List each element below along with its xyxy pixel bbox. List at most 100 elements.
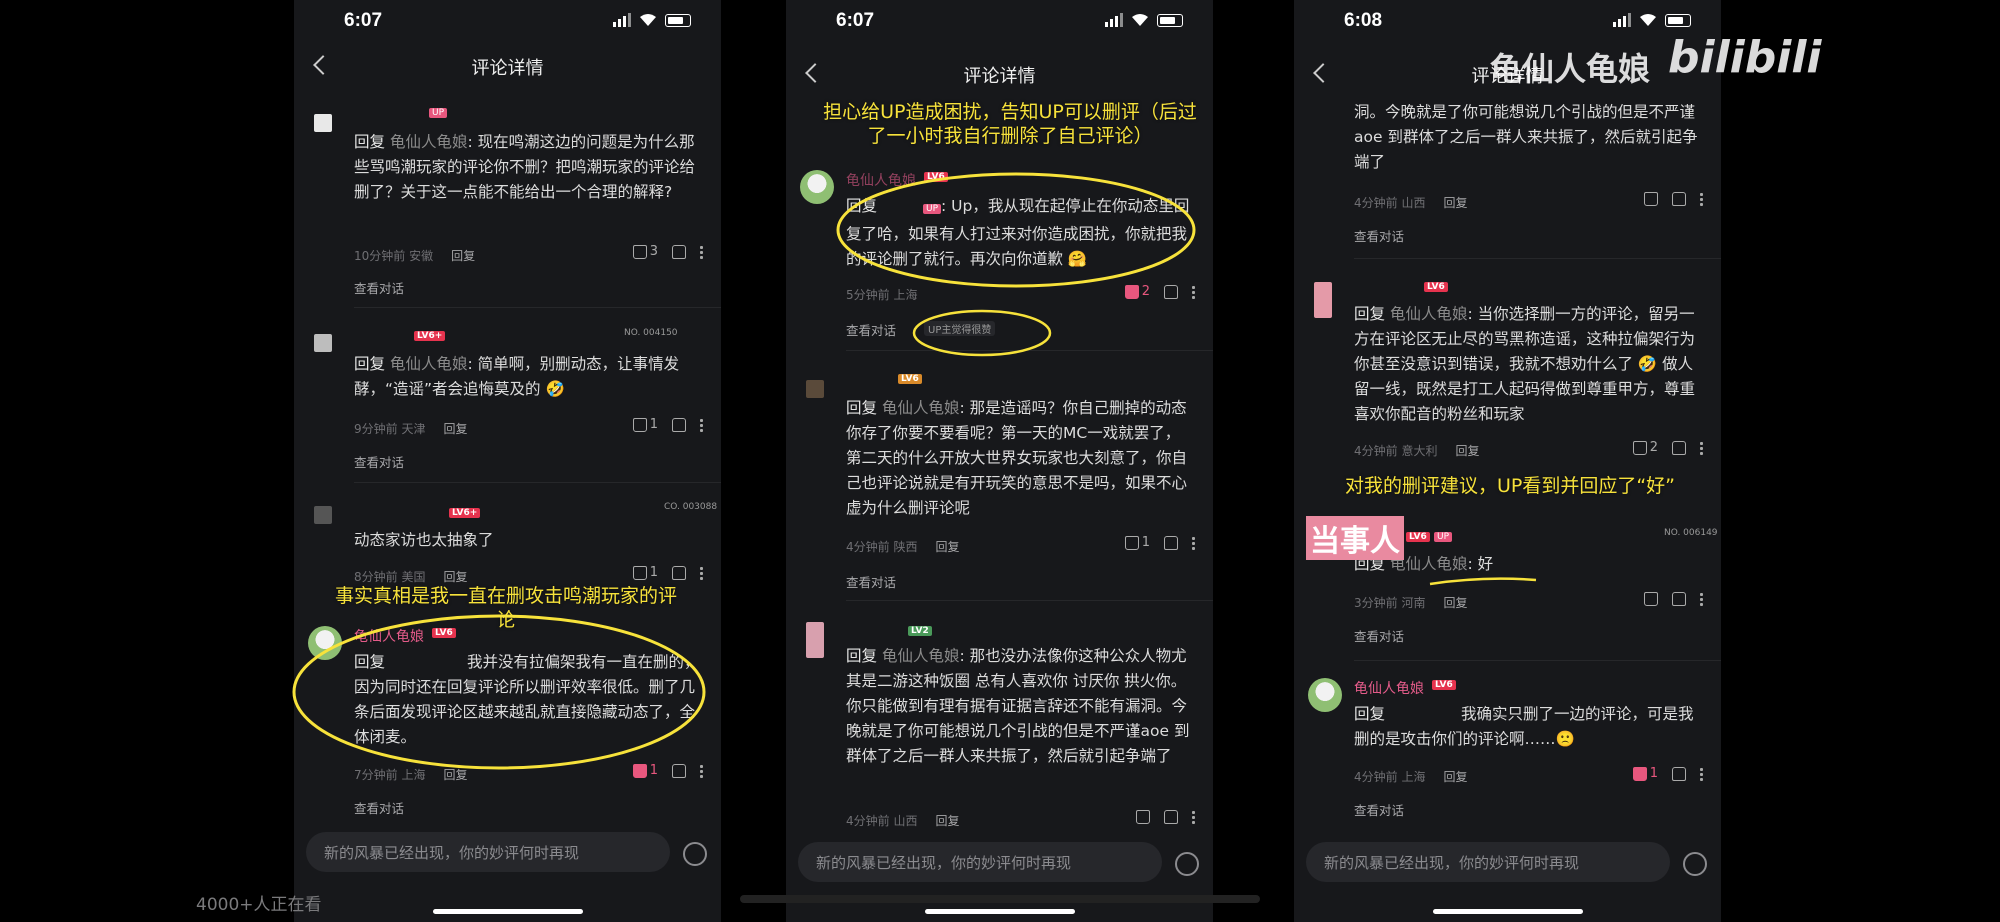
video-progress-bar[interactable] bbox=[740, 895, 1260, 903]
up-badge: UP bbox=[1434, 532, 1453, 542]
more-options-icon[interactable] bbox=[700, 417, 703, 432]
wifi-icon bbox=[640, 14, 656, 26]
comment-input[interactable]: 新的风暴已经出现，你的妙评何时再现 bbox=[798, 842, 1162, 882]
nav-bar: 评论详情 bbox=[294, 44, 721, 88]
thumb-down-icon[interactable] bbox=[1672, 192, 1686, 206]
view-conversation-link[interactable]: 查看对话 bbox=[1354, 626, 1404, 645]
like-button[interactable]: 3 bbox=[632, 244, 658, 259]
avatar[interactable] bbox=[314, 506, 332, 524]
emoji-icon[interactable] bbox=[1683, 852, 1707, 876]
more-options-icon[interactable] bbox=[1700, 440, 1703, 455]
reply-button[interactable]: 回复 bbox=[443, 422, 467, 436]
level-badge: LV6 bbox=[924, 172, 948, 182]
home-indicator bbox=[924, 909, 1075, 914]
thumb-up-icon bbox=[1644, 592, 1658, 606]
thumb-down-icon[interactable] bbox=[1672, 440, 1686, 455]
annotation-caption-2: 担心给UP造成困扰，告知UP可以删评（后过了一小时我自行删除了自己评论） bbox=[823, 101, 1197, 147]
more-options-icon[interactable] bbox=[1700, 766, 1703, 781]
like-button[interactable]: 1 bbox=[632, 565, 658, 580]
wifi-icon bbox=[1640, 14, 1656, 26]
comment-meta: 4分钟前 上海 回复 bbox=[1354, 770, 1468, 784]
more-options-icon[interactable] bbox=[700, 763, 703, 778]
thumb-up-icon bbox=[1632, 440, 1647, 455]
comment-text: 洞。今晚就是了你可能想说几个引战的但是不严谨aoe 到群体了之后一群人来共振了，… bbox=[1354, 103, 1698, 171]
view-conversation-link[interactable]: 查看对话 bbox=[846, 572, 896, 591]
thumb-up-icon bbox=[1124, 284, 1139, 299]
reply-button[interactable]: 回复 bbox=[1443, 596, 1467, 610]
view-conversation-link[interactable]: 查看对话 bbox=[354, 798, 404, 817]
thumb-down-icon[interactable] bbox=[1164, 535, 1178, 550]
reply-button[interactable]: 回复 bbox=[443, 570, 467, 584]
reply-button[interactable]: 回复 bbox=[935, 814, 959, 828]
like-button[interactable]: 2 bbox=[1632, 440, 1658, 455]
avatar[interactable] bbox=[806, 380, 824, 398]
comment-input[interactable]: 新的风暴已经出现，你的妙评何时再现 bbox=[306, 832, 670, 872]
comment-meta: 4分钟前 山西 回复 bbox=[846, 814, 960, 828]
avatar[interactable] bbox=[314, 114, 332, 132]
like-button[interactable]: 1 bbox=[1124, 535, 1150, 550]
page-title: 评论详情 bbox=[963, 66, 1036, 87]
input-placeholder: 新的风暴已经出现，你的妙评何时再现 bbox=[324, 844, 580, 862]
view-conversation-link[interactable]: 查看对话 bbox=[354, 452, 404, 471]
thumb-down-icon[interactable] bbox=[1672, 766, 1686, 781]
comment-input[interactable]: 新的风暴已经出现，你的妙评何时再现 bbox=[1306, 842, 1670, 882]
page-title: 评论详情 bbox=[471, 58, 544, 79]
fan-card-sticker: NO. 006149 bbox=[1664, 528, 1718, 538]
comment-meta: 5分钟前 上海 bbox=[846, 288, 918, 302]
author-name[interactable]: 龟仙人龟娘 bbox=[1354, 678, 1424, 698]
like-button[interactable]: 2 bbox=[1124, 284, 1150, 299]
thumb-down-icon[interactable] bbox=[672, 763, 686, 778]
view-conversation-link[interactable]: 查看对话 bbox=[846, 320, 896, 339]
reply-button[interactable]: 回复 bbox=[1443, 196, 1467, 210]
more-options-icon[interactable] bbox=[700, 565, 703, 580]
more-options-icon[interactable] bbox=[1700, 192, 1703, 206]
like-button[interactable]: 1 bbox=[632, 763, 658, 778]
thumb-down-icon[interactable] bbox=[1672, 592, 1686, 606]
avatar[interactable] bbox=[800, 170, 834, 204]
thumb-up-icon bbox=[1632, 766, 1647, 781]
status-time: 6:07 bbox=[836, 10, 875, 31]
level-badge: LV6+ bbox=[414, 331, 446, 341]
thumb-down-icon[interactable] bbox=[1164, 284, 1178, 299]
thumb-down-icon[interactable] bbox=[672, 417, 686, 432]
view-conversation-link[interactable]: 查看对话 bbox=[354, 278, 404, 297]
thumb-down-icon[interactable] bbox=[672, 244, 686, 259]
like-button[interactable] bbox=[1644, 192, 1658, 206]
comment-text: 回复 我确实只删了一边的评论，可是我删的是攻击你们的评论啊……🙁 bbox=[1354, 705, 1694, 748]
avatar[interactable] bbox=[1314, 282, 1332, 318]
comment-meta: 9分钟前 天津 回复 bbox=[354, 422, 468, 436]
thumb-down-icon[interactable] bbox=[1164, 810, 1178, 824]
like-button[interactable]: 1 bbox=[632, 417, 658, 432]
view-conversation-link[interactable]: 查看对话 bbox=[1354, 226, 1404, 245]
more-options-icon[interactable] bbox=[700, 244, 703, 259]
comment-meta: 4分钟前 意大利 回复 bbox=[1354, 444, 1480, 458]
avatar[interactable] bbox=[1308, 678, 1342, 712]
uploader-watermark: 龟仙人龟娘 bbox=[1490, 50, 1651, 88]
like-button[interactable]: 1 bbox=[1632, 766, 1658, 781]
input-placeholder: 新的风暴已经出现，你的妙评何时再现 bbox=[1324, 854, 1580, 872]
like-button[interactable] bbox=[1644, 592, 1658, 606]
reply-button[interactable]: 回复 bbox=[1443, 770, 1467, 784]
more-options-icon[interactable] bbox=[1192, 284, 1195, 299]
thumb-up-icon bbox=[1644, 192, 1658, 206]
like-button[interactable] bbox=[1136, 810, 1150, 824]
avatar[interactable] bbox=[806, 622, 824, 658]
comment-text: 回复 龟仙人龟娘: 简单啊，别删动态，让事情发酵，“造谣”者会追悔莫及的 🤣 bbox=[354, 355, 680, 398]
more-options-icon[interactable] bbox=[1192, 810, 1195, 824]
emoji-icon[interactable] bbox=[683, 842, 707, 866]
reply-button[interactable]: 回复 bbox=[443, 768, 467, 782]
reply-button[interactable]: 回复 bbox=[451, 249, 475, 263]
reply-button[interactable]: 回复 bbox=[1455, 444, 1479, 458]
reply-button[interactable]: 回复 bbox=[935, 540, 959, 554]
status-time: 6:07 bbox=[344, 10, 383, 31]
comment-text: 回复 龟仙人龟娘: 现在鸣潮这边的问题是为什么那些骂鸣潮玩家的评论你不删？把鸣潮… bbox=[354, 133, 696, 201]
more-options-icon[interactable] bbox=[1700, 592, 1703, 606]
comment-text: 回复 龟仙人龟娘: 当你选择删一方的评论，留另一方在评论区无止尽的骂黑称造谣，这… bbox=[1354, 305, 1696, 423]
avatar[interactable] bbox=[314, 334, 332, 352]
fan-card-sticker: CO. 003088 bbox=[664, 502, 718, 512]
author-name[interactable]: 龟仙人龟娘 bbox=[846, 170, 916, 190]
thumb-down-icon[interactable] bbox=[672, 565, 686, 580]
view-conversation-link[interactable]: 查看对话 bbox=[1354, 800, 1404, 819]
more-options-icon[interactable] bbox=[1192, 535, 1195, 550]
emoji-icon[interactable] bbox=[1175, 852, 1199, 876]
